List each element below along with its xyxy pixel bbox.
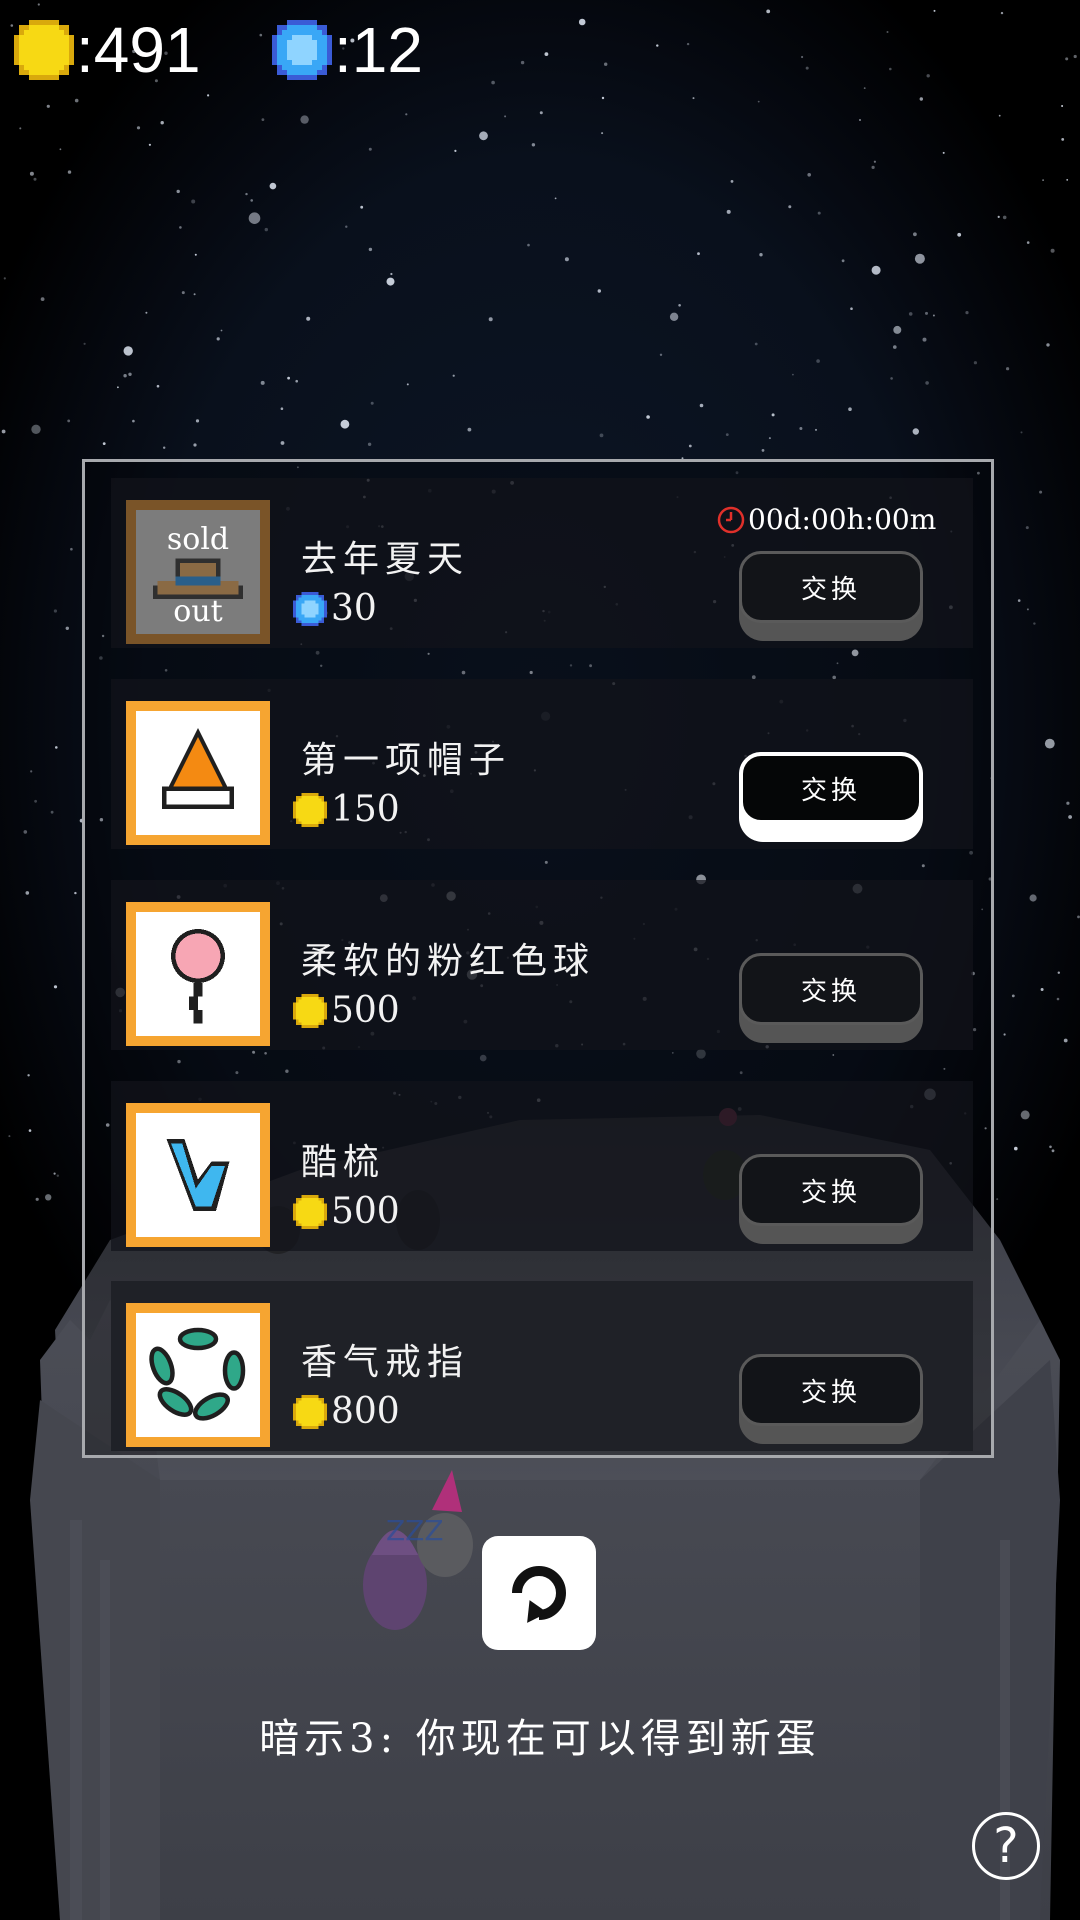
clock-icon — [717, 506, 745, 533]
leaf-ring-icon — [149, 1327, 246, 1421]
item-thumbnail — [126, 902, 270, 1046]
svg-text:ZZZ: ZZZ — [386, 1514, 444, 1547]
shop-panel: sold out 去年夏天 30 00d:00h:00m 交换 第一项帽子 15… — [82, 459, 994, 1458]
item-price: 150 — [293, 789, 400, 830]
exchange-button-label: 交换 — [739, 551, 923, 623]
item-price-value: 500 — [331, 990, 400, 1031]
item-name: 第一项帽子 — [301, 740, 512, 781]
item-name: 香气戒指 — [301, 1342, 470, 1383]
item-price-value: 500 — [331, 1191, 400, 1232]
item-price-value: 800 — [331, 1391, 400, 1432]
coin-icon — [293, 792, 327, 827]
item-name: 柔软的粉红色球 — [301, 941, 596, 982]
item-price: 800 — [293, 1391, 400, 1432]
coin-amount: :491 — [76, 14, 201, 86]
help-button[interactable]: ? — [972, 1812, 1040, 1880]
exchange-button-label: 交换 — [739, 953, 923, 1025]
item-price-value: 30 — [331, 588, 377, 629]
item-name: 酷梳 — [301, 1142, 386, 1183]
item-price: 500 — [293, 1191, 400, 1232]
exchange-button-label: 交换 — [739, 1154, 923, 1226]
blue-comb-icon — [166, 1139, 230, 1211]
item-price: 500 — [293, 990, 400, 1031]
exchange-button[interactable]: 交换 — [739, 752, 923, 842]
shop-item-row: 香气戒指 800 交换 — [111, 1281, 973, 1451]
item-thumbnail: sold out — [126, 500, 270, 644]
item-price: 30 — [293, 588, 377, 629]
item-thumbnail — [126, 1303, 270, 1447]
coin-icon — [293, 1394, 327, 1429]
exchange-button[interactable]: 交换 — [739, 1154, 923, 1244]
coin-icon — [293, 993, 327, 1028]
sold-label-bottom: out — [173, 594, 223, 629]
coin-icon — [293, 1194, 327, 1229]
item-price-value: 150 — [331, 789, 400, 830]
shop-item-row: 酷梳 500 交换 — [111, 1081, 973, 1251]
shop-item-row: 柔软的粉红色球 500 交换 — [111, 880, 973, 1050]
refresh-icon — [512, 1566, 566, 1623]
coin-counter: :491 — [14, 10, 201, 90]
item-thumbnail — [126, 701, 270, 845]
gem-amount: :12 — [334, 14, 423, 86]
exchange-button-label: 交换 — [739, 1354, 923, 1426]
party-hat-icon — [162, 728, 234, 809]
exchange-button[interactable]: 交换 — [739, 551, 923, 641]
shop-item-row: 第一项帽子 150 交换 — [111, 679, 973, 849]
refresh-button[interactable] — [482, 1536, 596, 1650]
gem-icon — [272, 20, 332, 80]
restock-timer-value: 00d:00h:00m — [748, 503, 937, 536]
restock-timer: 00d:00h:00m — [716, 503, 936, 536]
exchange-button[interactable]: 交换 — [739, 1354, 923, 1444]
hint-text: 暗示3: 你现在可以得到新蛋 — [259, 1716, 821, 1762]
item-name: 去年夏天 — [301, 539, 470, 580]
sold-label-top: sold — [166, 522, 230, 557]
exchange-button[interactable]: 交换 — [739, 953, 923, 1043]
item-thumbnail — [126, 1103, 270, 1247]
pink-balloon-icon — [171, 929, 225, 1024]
coin-icon — [14, 20, 74, 80]
gem-icon — [293, 591, 327, 626]
exchange-button-label: 交换 — [739, 752, 923, 824]
shop-item-row: sold out 去年夏天 30 00d:00h:00m 交换 — [111, 478, 973, 648]
help-label: ? — [993, 1818, 1019, 1874]
gem-counter: :12 — [272, 10, 423, 90]
